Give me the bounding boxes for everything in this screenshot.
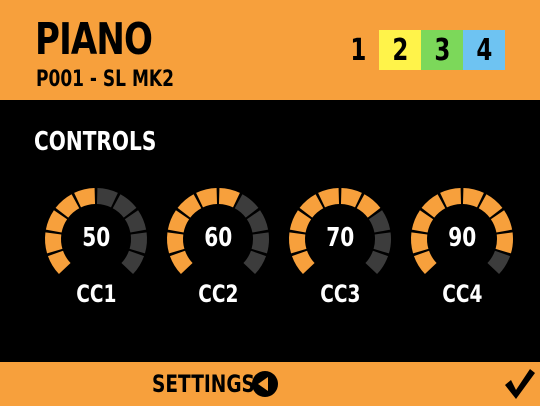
- knob-segment-filled: [74, 188, 96, 208]
- knob-value: 50: [81, 223, 111, 253]
- footer-bar: SETTINGS: [0, 362, 540, 406]
- device-screen: PIANO P001 - SL MK2 1 2 3 4 CONTROLS 50 …: [0, 0, 540, 406]
- page-tab-4[interactable]: 4: [463, 30, 505, 70]
- checkmark-icon[interactable]: [502, 366, 536, 402]
- knob-label: CC4: [441, 280, 483, 308]
- knob-value: 90: [447, 223, 477, 253]
- page-tab-3[interactable]: 3: [421, 30, 463, 70]
- knob-segment-filled: [291, 250, 315, 275]
- knob-cc1[interactable]: 50 CC1: [43, 186, 149, 316]
- knob-value: 60: [203, 223, 233, 253]
- preset-subtitle: P001 - SL MK2: [36, 67, 174, 92]
- knob-segment-empty: [96, 188, 118, 208]
- knob-label: CC3: [319, 280, 361, 308]
- knob-label: CC2: [197, 280, 239, 308]
- page-tab-2[interactable]: 2: [379, 30, 421, 70]
- knob-segment-filled: [47, 250, 71, 275]
- settings-button[interactable]: SETTINGS: [152, 368, 280, 400]
- knob-segment-filled: [462, 188, 484, 208]
- knob-segment-empty: [121, 250, 145, 275]
- page-tab-1[interactable]: 1: [337, 30, 379, 70]
- knob-cc2[interactable]: 60 CC2: [165, 186, 271, 316]
- knob-segment-empty: [487, 250, 511, 275]
- knob-cc4[interactable]: 90 CC4: [409, 186, 515, 316]
- knob-segment-empty: [365, 250, 389, 275]
- knob-label: CC1: [75, 280, 117, 308]
- settings-label: SETTINGS: [152, 370, 255, 398]
- page-selector: 1 2 3 4: [337, 30, 505, 70]
- knob-segment-empty: [243, 250, 267, 275]
- knob-segment-filled: [169, 250, 193, 275]
- header-bar: PIANO P001 - SL MK2 1 2 3 4: [0, 0, 540, 100]
- knob-segment-filled: [196, 188, 218, 208]
- knob-segment-filled: [413, 250, 437, 275]
- knob-segment-filled: [218, 188, 240, 208]
- preset-title: PIANO: [35, 14, 153, 65]
- knob-segment-filled: [440, 188, 462, 208]
- knob-segment-filled: [340, 188, 362, 208]
- controls-title: CONTROLS: [34, 127, 157, 157]
- knob-segment-filled: [318, 188, 340, 208]
- knob-value: 70: [325, 223, 355, 253]
- knob-cc3[interactable]: 70 CC3: [287, 186, 393, 316]
